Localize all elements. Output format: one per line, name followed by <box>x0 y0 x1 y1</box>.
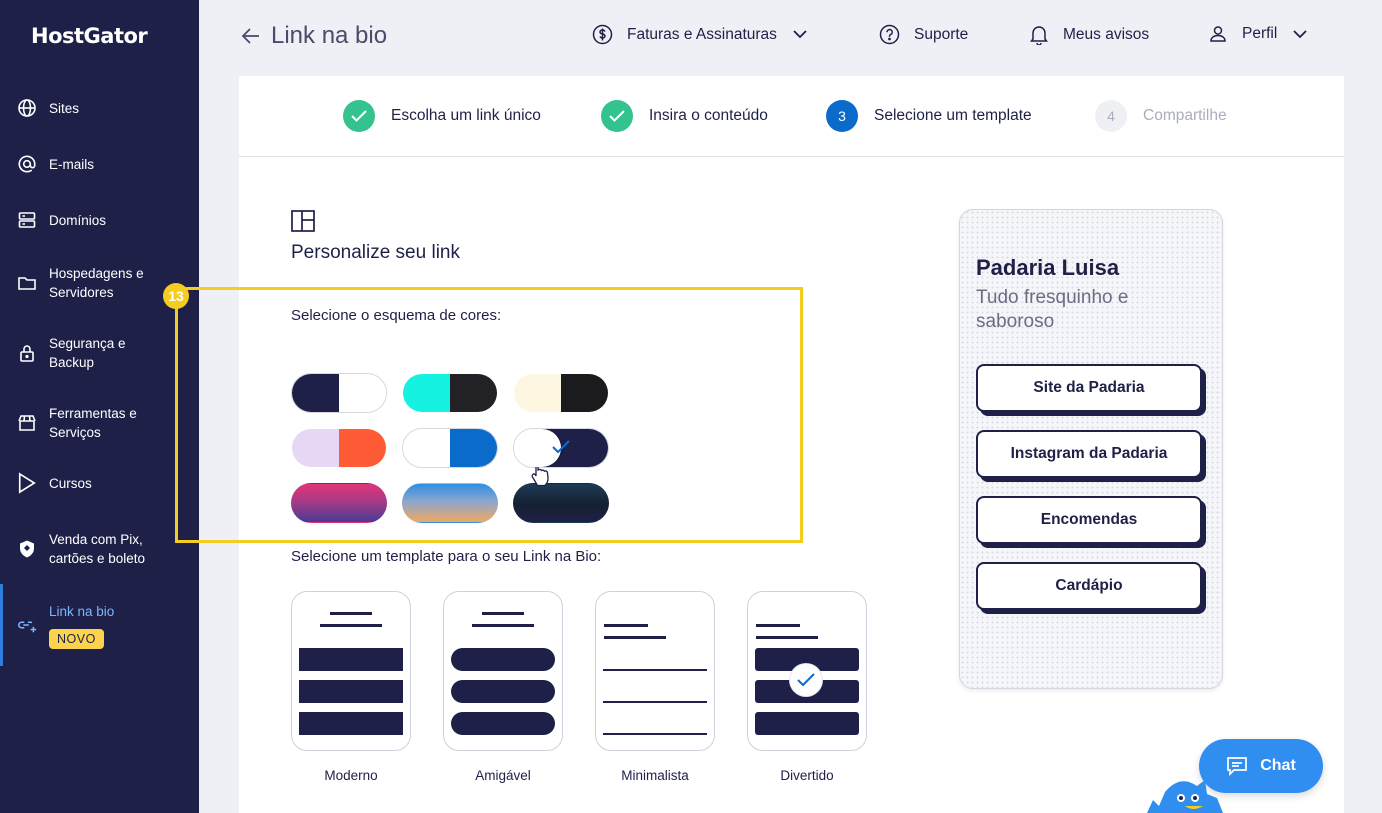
dollar-icon <box>592 24 613 45</box>
notices-label: Meus avisos <box>1063 25 1150 43</box>
store-icon <box>17 413 37 433</box>
folder-icon <box>17 273 37 293</box>
logo[interactable]: HostGator <box>31 24 148 48</box>
sidebar-item-sites[interactable]: Sites <box>0 98 199 118</box>
server-icon <box>17 210 37 230</box>
preview-button[interactable]: Instagram da Padaria <box>976 430 1202 478</box>
sidebar-item-ferramentas[interactable]: Ferramentas e Serviços <box>0 404 199 442</box>
preview-button[interactable]: Encomendas <box>976 496 1202 544</box>
step-label: Insira o conteúdo <box>649 107 768 124</box>
step-label: Escolha um link único <box>391 107 541 124</box>
sidebar-item-label: E-mails <box>49 156 95 172</box>
chevron-down-icon <box>1293 29 1307 39</box>
sidebar: HostGator Sites E-mails Domínios Hospeda… <box>0 0 199 813</box>
sidebar-item-cursos[interactable]: Cursos <box>0 472 199 494</box>
mascot-icon <box>1145 776 1225 813</box>
globe-icon <box>17 98 37 118</box>
link-add-icon <box>17 615 37 635</box>
template-label: Selecione um template para o seu Link na… <box>291 548 602 565</box>
sidebar-item-label: Venda com Pix, cartões e boleto <box>49 532 146 566</box>
user-icon <box>1208 24 1228 44</box>
step-3: 3 Selecione um template <box>826 100 1032 132</box>
annotation-badge: 13 <box>163 283 189 309</box>
chevron-down-icon <box>793 30 807 39</box>
sidebar-item-venda[interactable]: Venda com Pix, cartões e boleto <box>0 530 199 568</box>
new-badge: NOVO <box>49 628 104 649</box>
play-icon <box>17 472 37 494</box>
lock-icon <box>17 343 37 363</box>
stepper: Escolha um link único Insira o conteúdo … <box>239 76 1344 157</box>
sidebar-item-dominios[interactable]: Domínios <box>0 210 199 230</box>
step-4: 4 Compartilhe <box>1095 100 1227 132</box>
sidebar-item-seguranca[interactable]: Segurança e Backup <box>0 334 199 372</box>
layout-icon <box>291 210 315 237</box>
template-label-divertido: Divertido <box>780 768 834 783</box>
billing-label: Faturas e Assinaturas <box>627 25 777 43</box>
chat-icon <box>1226 756 1248 776</box>
template-card-moderno[interactable] <box>291 591 411 751</box>
sidebar-item-label: Segurança e Backup <box>49 336 126 370</box>
check-icon <box>790 664 822 696</box>
help-icon <box>879 24 900 45</box>
bell-icon <box>1029 24 1049 45</box>
sidebar-item-label: Domínios <box>49 212 107 228</box>
check-icon <box>552 440 570 459</box>
template-card-minimalista[interactable] <box>595 591 715 751</box>
template-card-divertido[interactable] <box>747 591 867 751</box>
step-label: Selecione um template <box>874 107 1032 124</box>
chat-label: Chat <box>1260 757 1296 774</box>
shield-icon <box>17 539 37 559</box>
preview-title: Padaria Luisa <box>976 255 1120 280</box>
step-1: Escolha um link único <box>343 100 541 132</box>
step-2: Insira o conteúdo <box>601 100 768 132</box>
notices-link[interactable]: Meus avisos <box>1029 24 1149 45</box>
sidebar-item-label: Link na bio <box>49 603 115 619</box>
sidebar-item-label: Ferramentas e Serviços <box>49 406 137 440</box>
template-label-moderno: Moderno <box>324 768 378 783</box>
support-label: Suporte <box>914 25 969 43</box>
section-title: Personalize seu link <box>291 242 460 263</box>
link-preview: Padaria Luisa Tudo fresquinho e saboroso… <box>959 209 1223 689</box>
sidebar-item-label: Sites <box>49 100 80 116</box>
support-link[interactable]: Suporte <box>879 24 968 45</box>
preview-button[interactable]: Cardápio <box>976 562 1202 610</box>
preview-button[interactable]: Site da Padaria <box>976 364 1202 412</box>
preview-subtitle: Tudo fresquinho e saboroso <box>976 287 1129 332</box>
page-title: Link na bio <box>271 22 388 49</box>
top-bar: Link na bio Faturas e Assinaturas Suport… <box>199 0 1382 72</box>
step-number: 3 <box>826 100 858 132</box>
profile-menu[interactable]: Perfil <box>1208 24 1307 44</box>
sidebar-item-link-na-bio[interactable]: Link na bio NOVO <box>0 584 199 666</box>
annotation-highlight <box>175 287 803 543</box>
sidebar-item-label: Hospedagens e Servidores <box>49 266 144 300</box>
sidebar-item-emails[interactable]: E-mails <box>0 154 199 174</box>
template-card-amigavel[interactable] <box>443 591 563 751</box>
billing-menu[interactable]: Faturas e Assinaturas <box>592 24 807 45</box>
step-label: Compartilhe <box>1143 107 1227 124</box>
template-label-amigavel: Amigável <box>475 768 531 783</box>
profile-label: Perfil <box>1242 25 1278 42</box>
check-icon <box>601 100 633 132</box>
step-number: 4 <box>1095 100 1127 132</box>
sidebar-item-label: Cursos <box>49 475 92 491</box>
at-icon <box>17 154 37 174</box>
template-label-minimalista: Minimalista <box>621 768 689 783</box>
back-arrow-icon[interactable] <box>241 26 261 51</box>
check-icon <box>343 100 375 132</box>
